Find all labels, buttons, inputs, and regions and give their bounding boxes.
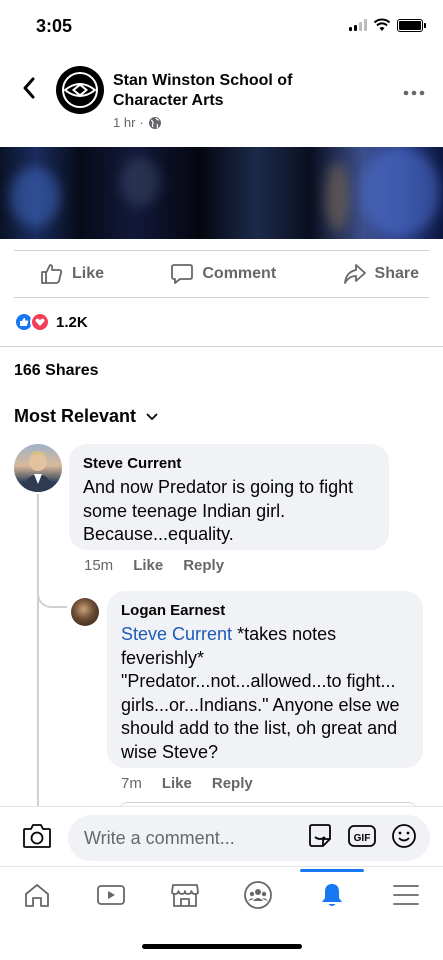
- sticker-button[interactable]: [307, 823, 333, 849]
- comment-author[interactable]: Steve Current: [83, 454, 375, 474]
- comment-reply-button[interactable]: Reply: [183, 557, 224, 574]
- status-icons: [349, 18, 426, 32]
- bottom-nav: [0, 866, 443, 922]
- home-indicator: [142, 944, 302, 949]
- shares-count[interactable]: 166 Shares: [14, 362, 99, 380]
- comment-meta: 7m Like Reply: [121, 775, 253, 792]
- nav-home[interactable]: [7, 870, 67, 920]
- post-time: 1 hr: [113, 115, 136, 130]
- comment-reply-button[interactable]: Reply: [212, 775, 253, 792]
- composer-icons: GIF: [307, 823, 417, 849]
- comment-icon: [171, 264, 194, 284]
- more-options-button[interactable]: [403, 76, 425, 102]
- comment-meta: 15m Like Reply: [84, 557, 224, 574]
- comment-time: 15m: [84, 557, 114, 574]
- globe-icon: [148, 116, 161, 129]
- share-icon: [343, 264, 366, 284]
- signal-icon: [349, 19, 367, 31]
- mention-link[interactable]: Steve Current: [121, 624, 232, 644]
- post-action-bar: Like Comment Share: [14, 250, 429, 298]
- divider: [0, 346, 443, 347]
- post-image[interactable]: [0, 147, 443, 239]
- comment-sort-selector[interactable]: Most Relevant: [14, 406, 158, 427]
- home-icon: [25, 883, 49, 907]
- status-time: 3:05: [36, 16, 73, 36]
- sticker-icon: [309, 824, 331, 847]
- meta-separator: ·: [139, 115, 144, 130]
- page-name[interactable]: Stan Winston School of Character Arts: [113, 71, 353, 111]
- avatar[interactable]: [14, 444, 62, 492]
- gif-icon: GIF: [348, 825, 376, 847]
- emoji-icon: [392, 824, 416, 848]
- comment-composer: GIF: [0, 806, 443, 864]
- comment-like-button[interactable]: Like: [162, 775, 192, 792]
- bell-icon: [322, 883, 343, 906]
- thread-line: [37, 494, 39, 806]
- thumbs-up-icon: [41, 264, 63, 284]
- page-logo-icon: [62, 72, 98, 108]
- gif-button[interactable]: GIF: [347, 823, 377, 849]
- sort-label: Most Relevant: [14, 406, 137, 426]
- share-button[interactable]: Share: [343, 263, 419, 285]
- reaction-icons: [14, 312, 50, 332]
- camera-icon: [23, 824, 51, 848]
- nav-marketplace[interactable]: [155, 870, 215, 920]
- nav-watch[interactable]: [81, 870, 141, 920]
- chevron-left-icon: [23, 77, 35, 99]
- comment-text: And now Predator is going to fight some …: [83, 477, 354, 544]
- comment-bubble[interactable]: Steve Current And now Predator is going …: [69, 444, 389, 550]
- status-bar: 3:05: [0, 0, 443, 54]
- video-icon: [96, 884, 125, 905]
- reply-bubble[interactable]: Logan Earnest Steve Current *takes notes…: [107, 591, 423, 768]
- comment-label: Comment: [202, 265, 277, 282]
- avatar[interactable]: [71, 598, 99, 626]
- nav-notifications[interactable]: [300, 868, 365, 920]
- comment-button[interactable]: Comment: [170, 263, 276, 285]
- like-label: Like: [72, 265, 105, 282]
- love-reaction-icon: [30, 312, 50, 332]
- back-button[interactable]: [14, 76, 44, 106]
- svg-text:GIF: GIF: [354, 833, 371, 844]
- comment-time: 7m: [121, 775, 142, 792]
- chevron-down-icon: [146, 413, 158, 420]
- nav-groups[interactable]: [228, 870, 288, 920]
- groups-icon: [244, 880, 273, 909]
- comment-like-button[interactable]: Like: [133, 557, 163, 574]
- nav-menu[interactable]: [376, 870, 436, 920]
- post-meta: 1 hr ·: [113, 115, 162, 130]
- share-label: Share: [374, 265, 419, 282]
- reaction-summary[interactable]: 1.2K: [14, 312, 88, 332]
- battery-icon: [397, 18, 426, 32]
- camera-button[interactable]: [22, 823, 52, 854]
- wifi-icon: [373, 18, 391, 31]
- marketplace-icon: [170, 883, 199, 907]
- thread-connector: [37, 580, 67, 608]
- more-dots-icon: [403, 90, 425, 96]
- like-button[interactable]: Like: [40, 263, 104, 285]
- page-avatar[interactable]: [56, 66, 104, 114]
- comment-author[interactable]: Logan Earnest: [121, 601, 409, 621]
- reaction-count: 1.2K: [56, 313, 88, 331]
- post-header: Stan Winston School of Character Arts 1 …: [0, 60, 443, 146]
- emoji-button[interactable]: [391, 823, 417, 849]
- reply-text: *takes notes feverishly* "Predator...not…: [121, 624, 400, 762]
- menu-icon: [393, 884, 419, 905]
- comment-text: Steve Current *takes notes feverishly* "…: [121, 623, 409, 764]
